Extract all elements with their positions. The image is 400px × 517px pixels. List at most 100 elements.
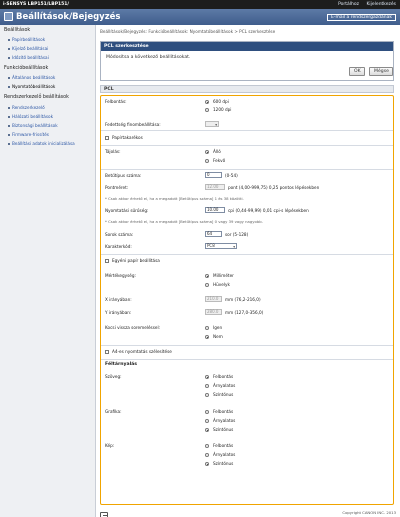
chevron-down-icon: ▾	[233, 244, 235, 249]
paper-saving-checkbox[interactable]	[105, 136, 109, 140]
resolution-label: Felbontás:	[105, 99, 127, 104]
sidebar-item-init[interactable]: Beállítási adatok inicializálása	[8, 141, 75, 146]
radio-image-gradation[interactable]	[205, 453, 209, 457]
y-dimension-label: Y irányában:	[105, 310, 132, 315]
radio-cr-no[interactable]	[205, 335, 209, 339]
page-title: Beállítások/Bejegyzés	[16, 12, 121, 22]
settings-icon	[4, 12, 13, 21]
font-number-input[interactable]: 0	[205, 172, 222, 178]
radio-portrait[interactable]	[205, 150, 209, 154]
ok-button[interactable]: OK	[349, 67, 365, 76]
symbol-set-select[interactable]: PC8 ▾	[205, 243, 237, 249]
label-graphics-color-tone: Színtónus	[213, 427, 234, 432]
lines-range: sor (5-128)	[225, 232, 249, 237]
label-landscape: Fekvő	[213, 158, 226, 163]
divider	[101, 169, 393, 170]
pitch-input[interactable]: 10.00	[205, 207, 225, 213]
label-1200dpi: 1200 dpi	[213, 107, 232, 112]
radio-graphics-gradation[interactable]	[205, 419, 209, 423]
point-size-range: pont (4,00-999,75) 0,25 pontos lépésekbe…	[228, 185, 320, 190]
sidebar-item-timer[interactable]: Időzítő beállításai	[8, 55, 49, 60]
x-dimension-input[interactable]: 210.0	[205, 296, 222, 302]
radio-cr-yes[interactable]	[205, 326, 209, 330]
label-inch: Hüvelyk	[213, 282, 230, 287]
bullet-icon	[8, 48, 10, 50]
radio-graphics-color-tone[interactable]	[205, 428, 209, 432]
sidebar-item-paper[interactable]: Papírbeállítások	[8, 37, 45, 42]
density-select[interactable]: ▾	[205, 121, 219, 127]
pcl-form: Felbontás: 600 dpi 1200 dpi Fedettség fi…	[100, 95, 394, 505]
sidebar-item-general[interactable]: Általános beállítások	[8, 75, 55, 80]
sidebar-item-security[interactable]: Biztonsági beállítások	[8, 123, 58, 128]
cr-lf-label: Kocsi vissza soremeléssel:	[105, 325, 161, 330]
pitch-range: cpi (0,44-99,99) 0,01 cpi-s lépésekben	[228, 208, 309, 213]
bullet-icon	[8, 86, 10, 88]
divider	[101, 254, 393, 255]
text-halftone-label: Szöveg:	[105, 374, 122, 379]
label-millimeter: Milliméter	[213, 273, 234, 278]
sitemap-icon[interactable]	[100, 512, 108, 517]
sidebar-item-display[interactable]: Kijelző beállításai	[8, 46, 48, 51]
logout-link[interactable]: Kijelentkezés	[366, 2, 396, 7]
radio-1200dpi[interactable]	[205, 108, 209, 112]
sidebar-section-admin: Rendszerkezelő beállítások	[4, 95, 69, 100]
radio-image-resolution[interactable]	[205, 444, 209, 448]
label-text-resolution: Felbontás	[213, 374, 234, 379]
sidebar-item-sysadmin[interactable]: Rendszerkezelő	[8, 105, 45, 110]
a4-wide-label: A4-es nyomtatás szélesítése	[112, 349, 172, 354]
custom-paper-label: Egyéni papír beállítása	[112, 258, 160, 263]
bullet-icon	[8, 143, 10, 145]
label-cr-yes: Igen	[213, 325, 223, 330]
radio-text-gradation[interactable]	[205, 384, 209, 388]
edit-panel: PCL szerkesztése Módosítsa a következő b…	[100, 41, 394, 81]
pitch-label: Nyomtatási sűrűség:	[105, 208, 149, 213]
section-title: PCL	[100, 85, 394, 93]
y-dimension-range: mm (127,0-356,0)	[225, 310, 264, 315]
radio-inch[interactable]	[205, 283, 209, 287]
graphics-halftone-label: Grafika:	[105, 409, 122, 414]
panel-title: PCL szerkesztése	[101, 42, 393, 51]
radio-text-color-tone[interactable]	[205, 393, 209, 397]
font-number-range: (0-54)	[225, 173, 238, 178]
sidebar-item-printer[interactable]: Nyomtatóbeállítások	[8, 84, 55, 89]
custom-paper-checkbox[interactable]	[105, 259, 109, 263]
chevron-down-icon: ▾	[215, 122, 217, 127]
label-graphics-gradation: Árnyalatos	[213, 418, 236, 423]
bullet-icon	[8, 39, 10, 41]
sidebar-section-functions: Funkcióbeállítások	[4, 66, 49, 71]
radio-image-color-tone[interactable]	[205, 462, 209, 466]
symbol-set-label: Karakterkód:	[105, 244, 132, 249]
instruction-text: Módosítsa a következő beállításokat.	[106, 55, 191, 60]
divider	[101, 359, 393, 360]
bullet-icon	[8, 57, 10, 59]
label-cr-no: Nem	[213, 334, 223, 339]
image-halftone-label: Kép:	[105, 443, 115, 448]
divider	[101, 345, 393, 346]
radio-landscape[interactable]	[205, 159, 209, 163]
radio-text-resolution[interactable]	[205, 375, 209, 379]
radio-graphics-resolution[interactable]	[205, 410, 209, 414]
point-size-input[interactable]: 12.00	[205, 184, 225, 190]
lines-label: Sorok száma:	[105, 232, 134, 237]
label-600dpi: 600 dpi	[213, 99, 229, 104]
breadcrumb: Beállítások/Bejegyzés: Funkcióbeállításo…	[100, 29, 276, 34]
bullet-icon	[8, 125, 10, 127]
email-admin-button[interactable]: E-mail a rendszergazdának	[326, 14, 396, 21]
sidebar-item-network[interactable]: Hálózati beállítások	[8, 114, 53, 119]
x-dimension-range: mm (76,2-216,0)	[225, 297, 261, 302]
lines-input[interactable]: 64	[205, 231, 222, 237]
main-content: Beállítások/Bejegyzés: Funkcióbeállításo…	[96, 25, 400, 517]
label-portrait: Álló	[213, 149, 221, 154]
radio-millimeter[interactable]	[205, 274, 209, 278]
sidebar-item-firmware[interactable]: Firmware-frissítés	[8, 132, 49, 137]
divider	[101, 145, 393, 146]
portal-link[interactable]: Portálhoz	[338, 2, 359, 7]
brand-label: i-SENSYS LBP151/LBP151/	[3, 2, 70, 7]
label-text-color-tone: Színtónus	[213, 392, 234, 397]
label-image-resolution: Felbontás	[213, 443, 234, 448]
a4-wide-checkbox[interactable]	[105, 350, 109, 354]
radio-600dpi[interactable]	[205, 100, 209, 104]
y-dimension-input[interactable]: 280.0	[205, 309, 222, 315]
density-label: Fedettség finombeállítása:	[105, 122, 161, 127]
cancel-button[interactable]: Mégse	[369, 67, 393, 76]
